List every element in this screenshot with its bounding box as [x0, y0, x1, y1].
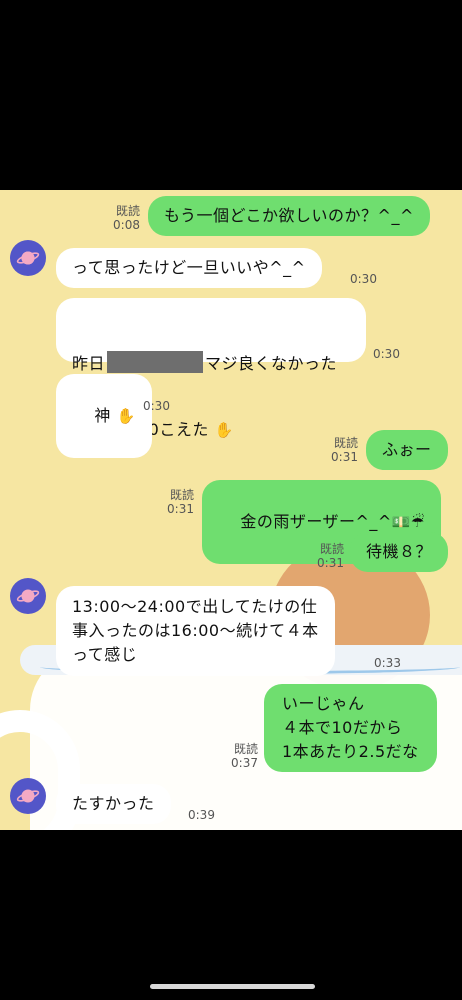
message-bubble-received[interactable]: 神 ✋ [56, 374, 152, 458]
message-time: 0:33 [374, 656, 401, 670]
planet-icon [16, 251, 40, 265]
message-bubble-received[interactable]: 昨日マジ良くなかった けど今日10こえた ✋ [56, 298, 366, 439]
message-bubble-sent[interactable]: ふぉー [366, 430, 448, 470]
avatar[interactable] [10, 240, 46, 276]
read-receipt: 既読 0:31 [331, 436, 358, 464]
chat-screen: 既読 0:08 もう一個どこか欲しいのか？^_^ って思ったけど一旦いいや^_^… [0, 190, 462, 830]
umbrella-icon: ☔ [411, 513, 425, 531]
message-bubble-received[interactable]: って思ったけど一旦いいや^_^ [56, 248, 322, 288]
message-time: 0:39 [188, 808, 215, 822]
message-bubble-sent[interactable]: 待機８？ [350, 532, 449, 572]
read-receipt: 既読 0:08 [113, 204, 140, 232]
message-time: 0:30 [373, 347, 400, 361]
raised-hand-icon: ✋ [116, 407, 136, 425]
message-bubble-received[interactable]: 13:00〜24:00で出してたけの仕 事入ったのは16:00〜続けて４本 って… [56, 586, 335, 676]
message-time: 0:30 [350, 272, 377, 286]
raised-hand-icon: ✋ [214, 421, 234, 439]
message-text: 金の雨ザーザー^_^ [240, 512, 392, 531]
read-receipt: 既読 0:31 [317, 542, 344, 570]
planet-icon [16, 789, 40, 803]
avatar[interactable] [10, 778, 46, 814]
message-text: 神 [94, 406, 111, 425]
read-receipt: 既読 0:37 [231, 742, 258, 770]
message-text: マジ良くなかった [205, 354, 338, 373]
planet-icon [16, 589, 40, 603]
message-bubble-sent[interactable]: いーじゃん ４本で10だから 1本あたり2.5だな [264, 684, 437, 772]
money-bag-icon: 💵 [391, 513, 412, 531]
read-receipt: 既読 0:31 [167, 488, 194, 516]
redacted-block [107, 351, 204, 373]
message-bubble-sent[interactable]: もう一個どこか欲しいのか？^_^ [148, 196, 430, 236]
home-indicator[interactable] [150, 984, 315, 989]
message-bubble-received[interactable]: たすかった [56, 784, 171, 824]
avatar[interactable] [10, 578, 46, 614]
message-text: 昨日 [72, 354, 106, 373]
message-time: 0:30 [143, 399, 170, 413]
